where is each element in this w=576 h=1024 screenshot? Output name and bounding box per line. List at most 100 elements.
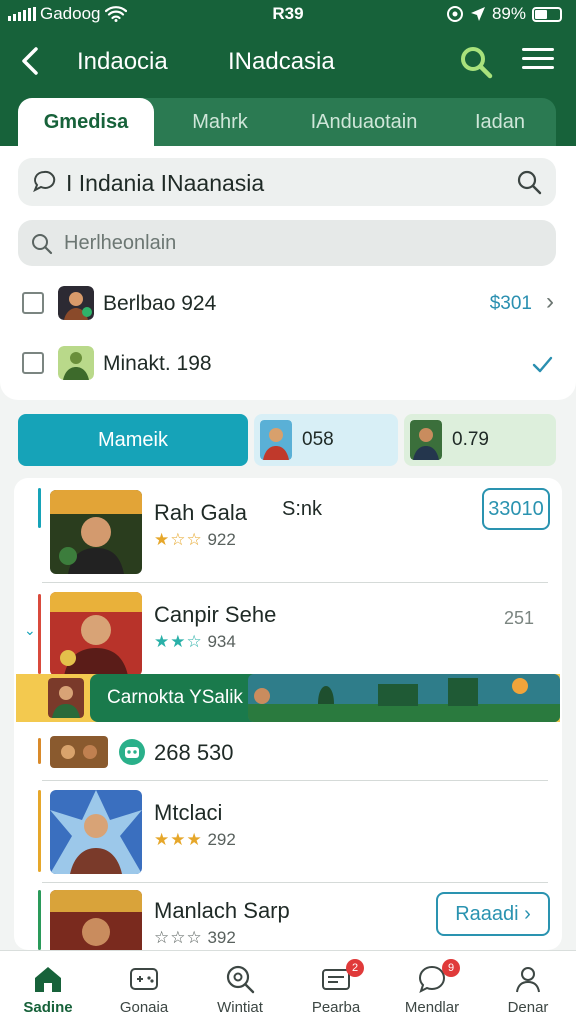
item-rating: ★★★ 292 (154, 830, 236, 850)
status-bar: Gadoog R39 89% (0, 4, 576, 26)
item-title: Manlach Sarp (154, 898, 290, 923)
check-value: $301 (489, 293, 532, 314)
hamburger-line (522, 57, 554, 60)
location-icon (446, 6, 463, 22)
bottom-nav: Sadine Gonaia Wintiat 2 Pearba 9 Mendlar… (0, 950, 576, 1024)
action-label: Raaadi (455, 903, 519, 925)
gamepad-icon (130, 968, 158, 990)
nav-games[interactable]: Gonaia (96, 951, 192, 1024)
header-title: Indaocia (77, 48, 168, 75)
nav-home[interactable]: Sadine (0, 951, 96, 1024)
navigation-icon (470, 7, 485, 21)
divider (42, 780, 548, 781)
nav-label: Denar (507, 999, 549, 1016)
filter-search-input[interactable] (18, 220, 556, 266)
avatar (58, 286, 94, 320)
item-tag: S:nk (282, 498, 323, 520)
filter-value: 0.79 (452, 429, 489, 450)
item-accent (38, 738, 41, 764)
banner-cta-button[interactable]: Carnokta YSalik (90, 674, 260, 722)
home-icon (35, 967, 61, 992)
search-panel: I Indania INaanasia Berlbao 924 $301 › M… (0, 146, 576, 400)
search-bar[interactable]: I Indania INaanasia (18, 158, 556, 206)
notification-badge: 9 (442, 959, 460, 977)
header-search-button[interactable] (458, 44, 494, 80)
chevron-down-icon[interactable]: ⌄ (24, 622, 36, 639)
filter-chip-third[interactable]: 0.79 (404, 414, 556, 466)
check-icon[interactable] (530, 352, 554, 376)
rating-value: 292 (207, 830, 236, 849)
nav-label: Gonaia (119, 999, 169, 1016)
checkbox[interactable] (22, 352, 44, 374)
divider (42, 582, 548, 583)
nav-mail[interactable]: 2 Pearba (288, 951, 384, 1024)
chat-bubble-icon (33, 170, 56, 193)
tab-bar: Gmedisa Mahrk IAnduaotain Iadan (18, 98, 556, 146)
game-thumbnail (48, 678, 84, 718)
hamburger-line (522, 66, 554, 69)
header-subtitle: INadcasia (228, 48, 335, 75)
item-title: Rah Gala (154, 500, 247, 525)
item-accent (38, 790, 41, 872)
item-action-button[interactable]: Raaadi › (436, 892, 550, 936)
item-rating: ☆☆☆ 392 (154, 928, 236, 948)
item-accent (38, 890, 41, 950)
status-right: 89% (446, 4, 562, 24)
back-button[interactable] (18, 44, 48, 78)
divider (42, 882, 548, 883)
tab-mahrk[interactable]: Mahrk (156, 98, 284, 146)
item-count: 268 530 (154, 740, 234, 765)
tab-iandauotain[interactable]: IAnduaotain (284, 98, 444, 146)
search-icon (461, 47, 493, 79)
item-title: Mtclaci (154, 800, 223, 825)
filter-value: 058 (302, 429, 334, 450)
battery-percent: 89% (491, 4, 526, 23)
battery-icon (532, 6, 562, 22)
game-cover (50, 790, 142, 874)
list-item[interactable]: 268 530 (14, 730, 562, 782)
nav-search[interactable]: Wintiat (192, 951, 288, 1024)
nav-label: Sadine (23, 999, 73, 1016)
app-header: Gadoog R39 89% Indaocia INadcasia Gmedis… (0, 0, 576, 150)
banner-scene-image (248, 674, 560, 722)
item-title: Canpir Sehe (154, 602, 277, 627)
list-item[interactable]: Rah Gala S:nk ★☆☆ 922 33010 (14, 478, 562, 582)
nav-label: Mendlar (404, 999, 460, 1016)
nav-chat[interactable]: 9 Mendlar (384, 951, 480, 1024)
game-cover (50, 490, 142, 574)
search-query: I Indania INaanasia (66, 170, 265, 196)
promo-banner[interactable]: Carnokta YSalik (16, 674, 560, 722)
hamburger-icon (522, 48, 554, 51)
star-icon: ★★★ (154, 830, 203, 849)
notification-badge: 2 (346, 959, 364, 977)
menu-button[interactable] (522, 48, 554, 76)
chevron-right-icon[interactable]: › (546, 288, 554, 316)
item-rating: ★★☆ 934 (154, 632, 236, 652)
item-accent (38, 488, 41, 528)
rating-value: 922 (207, 530, 236, 549)
item-accent (38, 594, 41, 674)
nav-header: Indaocia INadcasia (0, 40, 576, 84)
filter-chip-second[interactable]: 058 (254, 414, 398, 466)
rating-value: 934 (207, 632, 236, 651)
search-icon[interactable] (516, 169, 542, 195)
search-icon (226, 965, 255, 994)
item-action-button[interactable]: 33010 (482, 488, 550, 530)
check-label: Berlbao 924 (103, 292, 217, 315)
game-thumbnail (50, 736, 108, 768)
tab-gmedisa[interactable]: Gmedisa (18, 98, 154, 146)
list-item[interactable]: ⌄ Canpir Sehe ★★☆ 934 251 (14, 586, 562, 676)
game-cover (50, 592, 142, 676)
filter-primary-button[interactable]: Mameik (18, 414, 248, 466)
star-icon: ★☆☆ (154, 530, 203, 549)
check-row: Berlbao 924 $301 › (0, 278, 576, 328)
list-item[interactable]: Manlach Sarp ☆☆☆ 392 Raaadi › (14, 886, 562, 950)
tab-iadan[interactable]: Iadan (444, 98, 556, 146)
game-cover (50, 890, 142, 950)
check-label: Minakt. 198 (103, 352, 212, 375)
checkbox[interactable] (22, 292, 44, 314)
list-item[interactable]: Mtclaci ★★★ 292 (14, 784, 562, 880)
item-value: 251 (504, 608, 535, 628)
rating-value: 392 (207, 928, 236, 947)
nav-profile[interactable]: Denar (480, 951, 576, 1024)
